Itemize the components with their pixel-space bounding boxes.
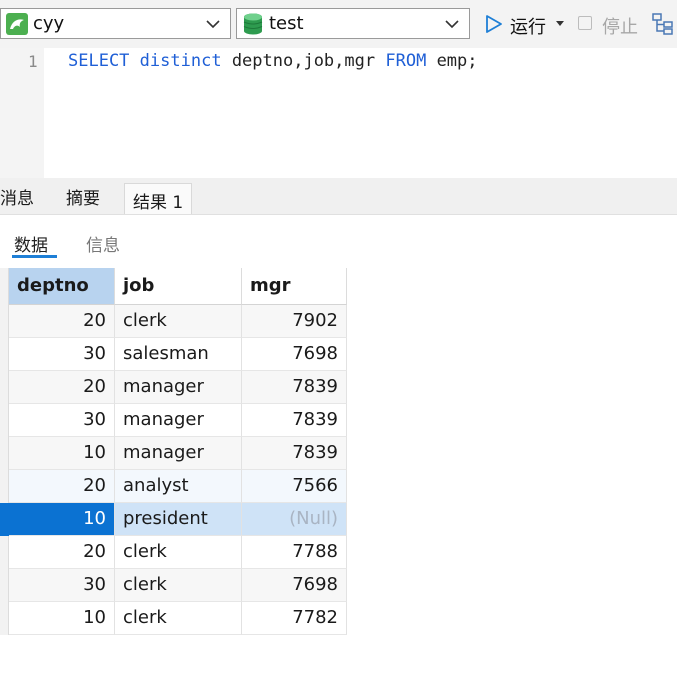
cell-mgr[interactable]: 7839	[242, 437, 347, 470]
cell-mgr[interactable]: 7839	[242, 404, 347, 437]
database-name: test	[269, 13, 304, 34]
tab-result-1[interactable]: 结果 1	[124, 183, 193, 214]
connection-name: cyy	[33, 13, 65, 34]
column-header-deptno[interactable]: deptno	[9, 268, 115, 305]
selected-row-marker	[0, 503, 9, 536]
cell-job[interactable]: clerk	[115, 536, 242, 569]
database-select[interactable]: test	[236, 8, 470, 39]
sql-code-line[interactable]: SELECT distinct deptno,job,mgr FROM emp;	[68, 51, 478, 71]
cell-job[interactable]: manager	[115, 437, 242, 470]
sql-table: emp;	[436, 51, 478, 71]
chevron-down-icon	[206, 20, 220, 29]
cell-mgr[interactable]: 7788	[242, 536, 347, 569]
cell-job[interactable]: analyst	[115, 470, 242, 503]
result-sub-tabs: 数据 信息	[0, 215, 677, 267]
cell-deptno[interactable]: 10	[9, 503, 115, 536]
stop-label: 停止	[602, 17, 638, 38]
tab-messages[interactable]: 消息	[0, 184, 34, 209]
row-header-strip[interactable]	[0, 268, 9, 635]
sql-keyword: FROM	[385, 51, 427, 71]
sql-keyword: SELECT	[68, 51, 130, 71]
cell-mgr[interactable]: 7839	[242, 371, 347, 404]
cell-mgr[interactable]: 7902	[242, 305, 347, 338]
chevron-down-icon	[445, 20, 459, 29]
explain-plan-icon[interactable]	[651, 12, 675, 36]
cell-deptno[interactable]: 10	[9, 437, 115, 470]
cell-mgr[interactable]: 7698	[242, 569, 347, 602]
column-header-mgr[interactable]: mgr	[242, 268, 347, 305]
toolbar: cyy test 运行 停止	[0, 0, 677, 48]
cell-job[interactable]: clerk	[115, 305, 242, 338]
cell-deptno[interactable]: 30	[9, 569, 115, 602]
cell-mgr[interactable]: 7782	[242, 602, 347, 635]
cell-job[interactable]: manager	[115, 371, 242, 404]
sql-editor[interactable]: 1 SELECT distinct deptno,job,mgr FROM em…	[0, 48, 677, 178]
stop-icon	[578, 16, 592, 30]
connection-select[interactable]: cyy	[0, 8, 231, 39]
cell-deptno[interactable]: 30	[9, 404, 115, 437]
cell-job[interactable]: salesman	[115, 338, 242, 371]
result-tab-bar: 消息 摘要 结果 1	[0, 178, 677, 215]
sql-keyword: distinct	[139, 51, 222, 71]
sql-columns: deptno,job,mgr	[231, 51, 376, 71]
tab-info[interactable]: 信息	[86, 231, 120, 256]
cell-job[interactable]: president	[115, 503, 242, 536]
line-gutter: 1	[0, 48, 44, 178]
cell-deptno[interactable]: 20	[9, 536, 115, 569]
cell-mgr[interactable]: (Null)	[242, 503, 347, 536]
cell-deptno[interactable]: 20	[9, 305, 115, 338]
cell-mgr[interactable]: 7698	[242, 338, 347, 371]
line-number: 1	[28, 52, 38, 71]
cell-job[interactable]: manager	[115, 404, 242, 437]
cell-job[interactable]: clerk	[115, 602, 242, 635]
cell-mgr[interactable]: 7566	[242, 470, 347, 503]
cell-deptno[interactable]: 20	[9, 470, 115, 503]
run-label: 运行	[510, 17, 546, 38]
tab-summary[interactable]: 摘要	[66, 184, 100, 209]
active-tab-indicator	[12, 255, 57, 258]
cell-job[interactable]: clerk	[115, 569, 242, 602]
cell-deptno[interactable]: 20	[9, 371, 115, 404]
database-icon	[243, 13, 263, 35]
run-dropdown-icon[interactable]	[556, 21, 564, 26]
tab-data[interactable]: 数据	[14, 231, 48, 256]
play-icon	[486, 15, 502, 33]
mysql-dolphin-icon	[6, 13, 28, 35]
cell-deptno[interactable]: 30	[9, 338, 115, 371]
column-header-job[interactable]: job	[115, 268, 242, 305]
cell-deptno[interactable]: 10	[9, 602, 115, 635]
